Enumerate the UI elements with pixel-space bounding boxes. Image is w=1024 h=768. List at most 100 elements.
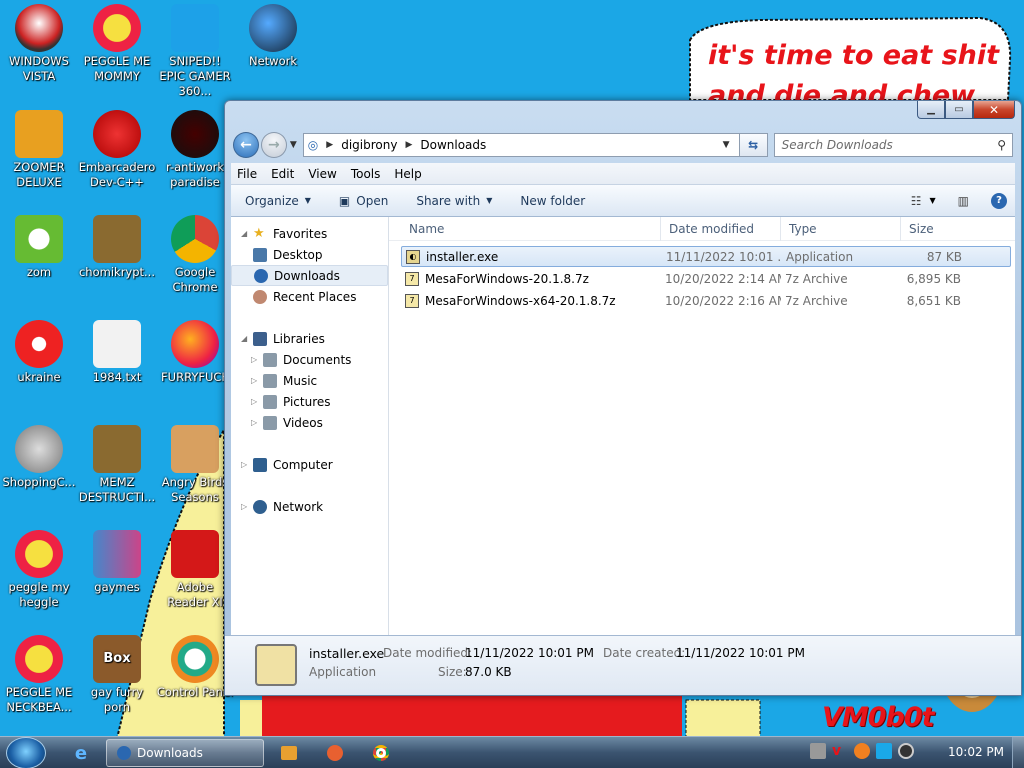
videos-label: Videos: [283, 415, 323, 430]
desktop-icon-box[interactable]: Box gay furry porn: [78, 635, 156, 715]
desktop-icon-windows-vista[interactable]: WINDOWS VISTA: [0, 4, 78, 84]
desktop-icon-radiation[interactable]: ukraine: [0, 320, 78, 385]
help-icon[interactable]: ?: [991, 192, 1007, 209]
taskbar-downloads-label: Downloads: [137, 746, 203, 760]
expand-icon[interactable]: ▷: [241, 460, 253, 469]
vmobot-watermark: VM0b0t: [822, 702, 935, 733]
expand-icon[interactable]: ▷: [251, 376, 263, 385]
details-date-created-label: Date created:: [603, 646, 686, 660]
clock[interactable]: 10:02 PM: [948, 745, 1004, 759]
media-player-icon[interactable]: [276, 739, 302, 767]
desktop-icon-angry-birds[interactable]: Angry Birds Seasons: [156, 425, 234, 505]
search-icon[interactable]: ⚲: [997, 138, 1006, 152]
view-dropdown-icon[interactable]: ▼: [930, 196, 936, 205]
menu-help[interactable]: Help: [394, 167, 421, 181]
share-with-button[interactable]: Share with ▼: [416, 194, 492, 208]
desktop-icon-memz[interactable]: MEMZ DESTRUCTI...: [78, 425, 156, 505]
collapse-icon[interactable]: ◢: [241, 334, 253, 343]
desktop-icon-network[interactable]: Network: [234, 4, 312, 69]
details-file-type: Application: [309, 665, 377, 679]
breadcrumb-digibrony[interactable]: digibrony: [341, 138, 397, 152]
recent-pages-dropdown[interactable]: ▼: [290, 140, 297, 150]
tree-network[interactable]: ▷ Network: [231, 496, 388, 517]
tree-recent-places[interactable]: Recent Places: [231, 286, 388, 307]
installer-large-icon: [255, 644, 297, 686]
show-desktop-button[interactable]: [1012, 737, 1024, 768]
expand-icon[interactable]: ▷: [251, 397, 263, 406]
desktop-icon-firefox[interactable]: FURRYFUCK: [156, 320, 234, 385]
menu-tools[interactable]: Tools: [351, 167, 381, 181]
open-icon: ▣: [338, 193, 351, 208]
desktop-icon-adobe-reader[interactable]: Adobe Reader XI: [156, 530, 234, 610]
desktop-icon-control-panel[interactable]: Control Panel: [156, 635, 234, 700]
tree-desktop[interactable]: Desktop: [231, 244, 388, 265]
tree-documents[interactable]: ▷ Documents: [231, 349, 388, 370]
new-folder-button[interactable]: New folder: [520, 194, 585, 208]
change-view-icon[interactable]: ☷: [911, 194, 922, 208]
close-button[interactable]: ✕: [973, 101, 1015, 119]
tray-v-icon[interactable]: v: [832, 743, 848, 759]
expand-icon[interactable]: ▷: [251, 418, 263, 427]
breadcrumb-downloads[interactable]: Downloads: [420, 138, 486, 152]
tree-pictures[interactable]: ▷ Pictures: [231, 391, 388, 412]
taskbar-downloads-button[interactable]: Downloads: [106, 739, 264, 767]
tray-app-icon[interactable]: [810, 743, 826, 759]
angry-birds-icon: [171, 425, 219, 473]
menu-view[interactable]: View: [308, 167, 336, 181]
fan-app-icon[interactable]: [322, 739, 348, 767]
tray-search-icon[interactable]: [854, 743, 870, 759]
tree-music[interactable]: ▷ Music: [231, 370, 388, 391]
desktop-icon-peggle[interactable]: PEGGLE ME MOMMY: [78, 4, 156, 84]
chrome-icon[interactable]: [368, 739, 394, 767]
internet-explorer-icon[interactable]: e: [66, 739, 96, 767]
menu-file[interactable]: File: [237, 167, 257, 181]
desktop-icon-skype[interactable]: SNIPED!! EPIC GAMER 360...: [156, 4, 234, 99]
start-button[interactable]: [6, 737, 46, 768]
address-bar[interactable]: ◎ ▶ digibrony ▶ Downloads ▼: [302, 133, 740, 157]
explorer-window[interactable]: ▁ ▭ ✕ ← → ▼ ◎ ▶ digibrony ▶ Downloads ▼ …: [224, 100, 1022, 696]
refresh-button[interactable]: ⇆: [739, 133, 768, 157]
file-row[interactable]: 7 MesaForWindows-x64-20.1.8.7z 10/20/2022…: [401, 290, 1011, 311]
desktop-icon-zoomer[interactable]: ZOOMER DELUXE: [0, 110, 78, 190]
tree-favorites[interactable]: ◢ ★ Favorites: [231, 223, 388, 244]
tray-monitor-icon[interactable]: [876, 743, 892, 759]
tree-downloads[interactable]: Downloads: [231, 265, 388, 286]
column-type[interactable]: Type: [781, 216, 901, 241]
desktop-icon-text-file[interactable]: 1984.txt: [78, 320, 156, 385]
desktop-icon-chrome[interactable]: Google Chrome: [156, 215, 234, 295]
file-type: Application: [786, 249, 854, 264]
desktop-icon-zombie-flower[interactable]: zom: [0, 215, 78, 280]
column-date-modified[interactable]: Date modified: [661, 216, 781, 241]
menu-edit[interactable]: Edit: [271, 167, 294, 181]
file-row[interactable]: ◐ installer.exe 11/11/2022 10:01 ... Appl…: [401, 246, 1011, 267]
tree-videos[interactable]: ▷ Videos: [231, 412, 388, 433]
open-button[interactable]: ▣ Open: [339, 194, 388, 208]
file-row[interactable]: 7 MesaForWindows-20.1.8.7z 10/20/2022 2:1…: [401, 268, 1011, 289]
desktop-icon-antiwork[interactable]: r-antiwork paradise: [156, 110, 234, 190]
tree-libraries[interactable]: ◢ Libraries: [231, 328, 388, 349]
desktop-icon-peggle[interactable]: peggle my heggle: [0, 530, 78, 610]
organize-button[interactable]: Organize ▼: [245, 194, 311, 208]
search-input[interactable]: Search Downloads ⚲: [773, 133, 1013, 157]
preview-pane-icon[interactable]: ▥: [958, 194, 969, 208]
address-dropdown-icon[interactable]: ▼: [723, 140, 739, 150]
windows-vista-icon: [15, 4, 63, 52]
back-button[interactable]: ←: [233, 132, 259, 158]
tree-computer[interactable]: ▷ Computer: [231, 454, 388, 475]
expand-icon[interactable]: ▷: [241, 502, 253, 511]
collapse-icon[interactable]: ◢: [241, 229, 253, 238]
column-size[interactable]: Size: [901, 217, 973, 241]
desktop-icon-devcpp[interactable]: Embarcadero Dev-C++: [78, 110, 156, 190]
explorer-icon: [117, 746, 131, 760]
desktop-icon-chomikrypt[interactable]: chomikrypt...: [78, 215, 156, 280]
forward-button[interactable]: →: [260, 132, 287, 158]
minimize-button[interactable]: ▁: [917, 101, 945, 119]
maximize-button[interactable]: ▭: [945, 101, 973, 119]
desktop-icon-flash[interactable]: ShoppingC...: [0, 425, 78, 490]
desktop-icon-label: gaymes: [94, 580, 140, 594]
tray-volume-icon[interactable]: [898, 743, 914, 759]
expand-icon[interactable]: ▷: [251, 355, 263, 364]
desktop-icon-peggle[interactable]: PEGGLE ME NECKBEA...: [0, 635, 78, 715]
desktop-icon-gaymes[interactable]: gaymes: [78, 530, 156, 595]
column-name[interactable]: Name: [389, 216, 661, 241]
